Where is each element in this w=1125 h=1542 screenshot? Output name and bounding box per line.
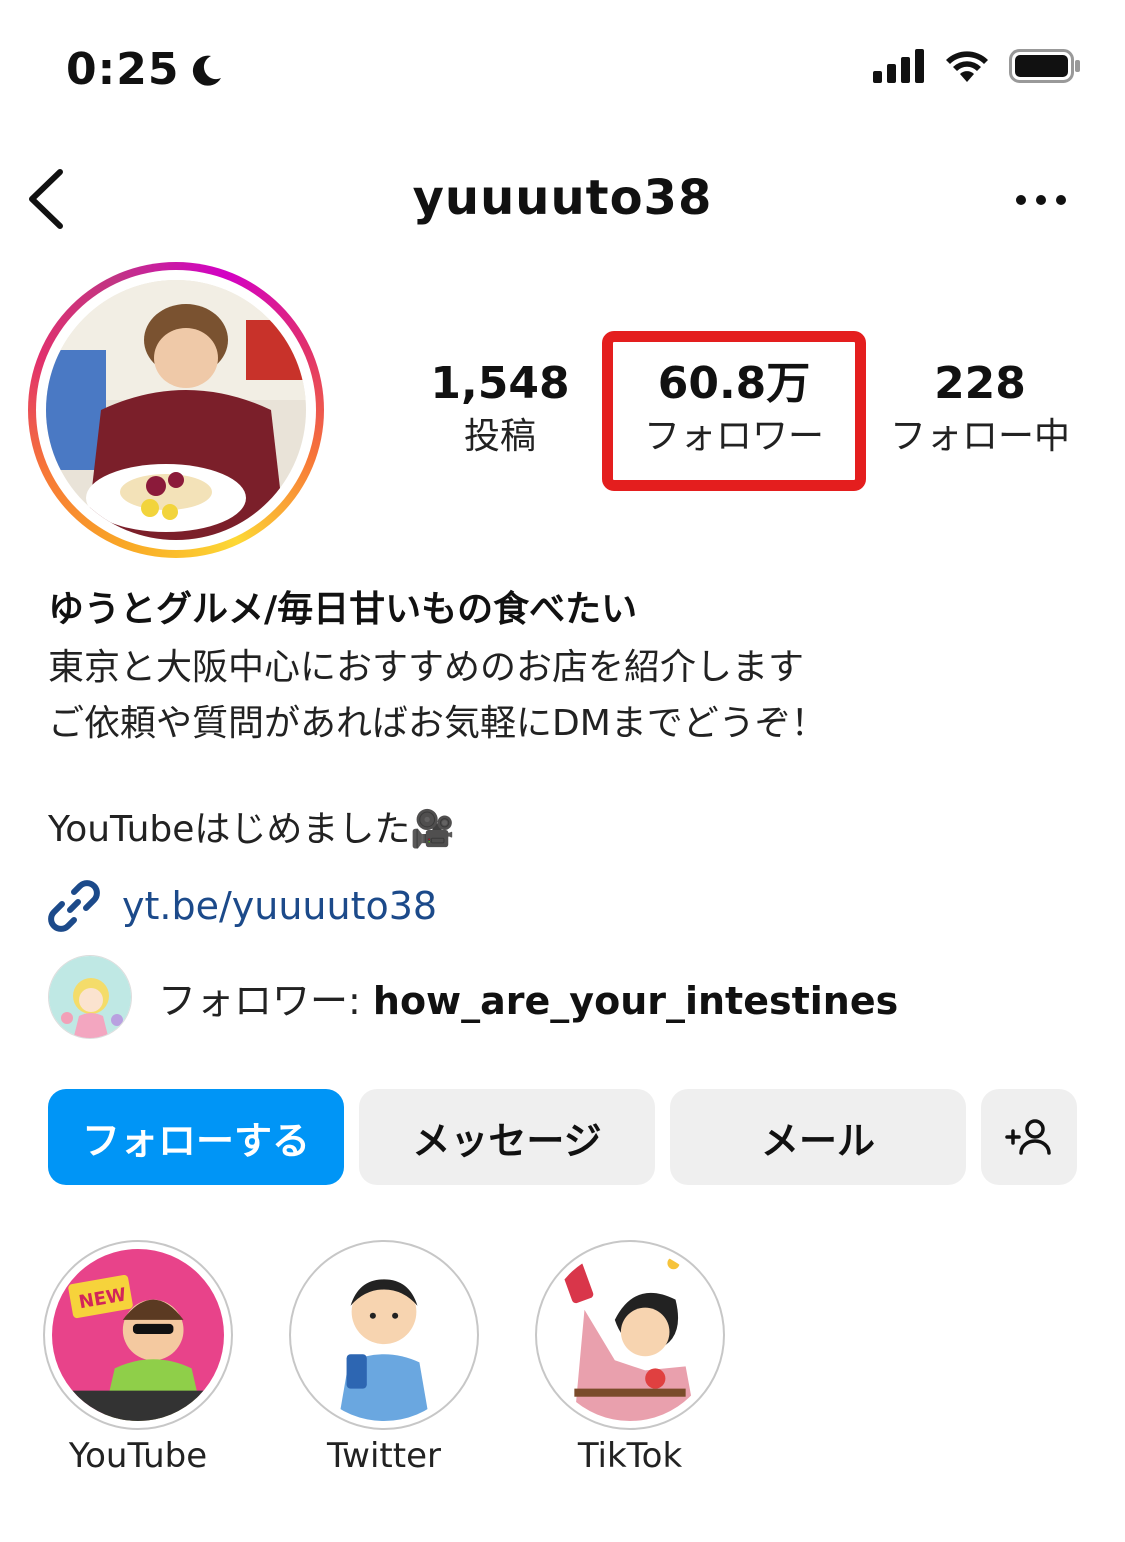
profile-screen: 0:25 yuuuuto38 1,548 投稿 60.8万 フォロワー 228 … [0,0,1125,1542]
link-icon [48,880,100,932]
more-horizontal-icon[interactable] [1015,188,1067,212]
avatar-photo [46,280,306,540]
followed-by-text: フォロワー: how_are_your_intestines [158,970,898,1025]
profile-avatar[interactable] [28,262,324,558]
clock-text: 0:25 [66,44,180,95]
bio-line: ご依頼や質問があればお気軽にDMまでどうぞ！ [48,703,827,744]
following-number: 228 [934,358,1026,409]
following-label: フォロー中 [889,416,1070,457]
mail-button[interactable]: メール [670,1089,966,1185]
posts-label: 投稿 [463,416,536,457]
following-count[interactable]: 228 フォロー中 [880,356,1080,462]
highlight-label: YouTube [68,1436,208,1476]
moon-icon [193,55,222,86]
signal-icon [873,49,924,83]
followers-highlight-box [602,331,866,491]
battery-icon [1009,49,1080,83]
followed-by-prefix: フォロワー: [158,978,373,1023]
bio-line: 東京と大阪中心におすすめのお店を紹介します [48,647,805,688]
posts-number: 1,548 [430,358,570,409]
followed-by-user[interactable]: how_are_your_intestines [373,979,898,1023]
follower-avatar [48,955,132,1039]
message-button[interactable]: メッセージ [359,1089,655,1185]
bio-name: ゆうとグルメ/毎日甘いもの食べたい [48,589,638,630]
highlight-youtube-cover: NEW [52,1249,224,1421]
wifi-icon [946,51,988,82]
add-user-icon [1005,1119,1051,1155]
highlight-tiktok[interactable]: TikTok [535,1240,725,1476]
username-title: yuuuuto38 [412,170,713,226]
status-time: 0:25 [66,44,225,95]
bio-line: YouTubeはじめました🎥 [48,809,456,850]
highlight-youtube[interactable]: NEW YouTube [43,1240,233,1476]
bio-link[interactable]: yt.be/yuuuuto38 [48,880,437,932]
status-icons [873,48,1081,84]
highlight-label: TikTok [577,1436,683,1476]
bio-link-text[interactable]: yt.be/yuuuuto38 [122,884,437,928]
highlight-label: Twitter [327,1436,441,1476]
highlight-twitter-cover [298,1249,470,1421]
highlight-twitter[interactable]: Twitter [289,1240,479,1476]
follow-button[interactable]: フォローする [48,1089,344,1185]
add-user-button[interactable] [981,1089,1077,1185]
highlight-tiktok-cover [544,1249,716,1421]
followed-by[interactable]: フォロワー: how_are_your_intestines [48,955,898,1039]
posts-count[interactable]: 1,548 投稿 [430,356,570,462]
